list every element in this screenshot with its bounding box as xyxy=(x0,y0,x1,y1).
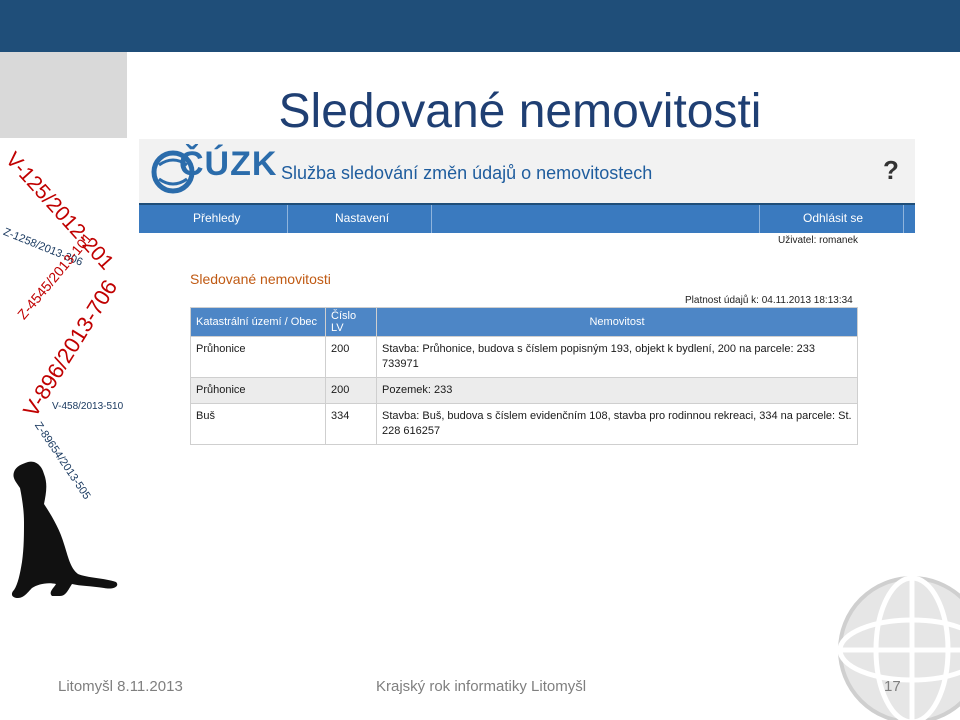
nav-divider xyxy=(759,205,760,233)
top-banner xyxy=(0,0,960,52)
cell-property: Stavba: Průhonice, budova s číslem popis… xyxy=(376,336,858,378)
validity-timestamp: Platnost údajů k: 04.11.2013 18:13:34 xyxy=(685,295,853,306)
user-label: Uživatel: romanek xyxy=(778,235,859,246)
nav-bar: Přehledy Nastavení Odhlásit se xyxy=(139,203,915,233)
cell-lv: 200 xyxy=(325,377,377,404)
cell-lv: 334 xyxy=(325,403,377,445)
corner-block xyxy=(0,52,127,138)
table-row[interactable]: Buš 334 Stavba: Buš, budova s číslem evi… xyxy=(190,403,858,445)
help-icon[interactable]: ? xyxy=(883,155,899,186)
nav-logout[interactable]: Odhlásit se xyxy=(803,211,863,225)
column-header[interactable]: Číslo LV xyxy=(325,307,377,337)
footer-date: Litomyšl 8.11.2013 xyxy=(58,678,183,695)
slide-title: Sledované nemovitosti xyxy=(278,85,762,138)
nav-settings[interactable]: Nastavení xyxy=(335,211,389,225)
cell-lv: 200 xyxy=(325,336,377,378)
table-header-row: Katastrální území / Obec Číslo LV Nemovi… xyxy=(190,307,858,337)
nav-overview[interactable]: Přehledy xyxy=(193,211,240,225)
cell-property: Pozemek: 233 xyxy=(376,377,858,404)
logo-text: ČÚZK xyxy=(179,145,278,183)
cell-area: Průhonice xyxy=(190,336,326,378)
column-header[interactable]: Nemovitost xyxy=(376,307,858,337)
service-title: Služba sledování změn údajů o nemovitost… xyxy=(281,163,653,183)
nav-divider xyxy=(903,205,904,233)
content-title: Sledované nemovitosti xyxy=(190,271,331,287)
column-header[interactable]: Katastrální území / Obec xyxy=(190,307,326,337)
table-row[interactable]: Průhonice 200 Pozemek: 233 xyxy=(190,377,858,404)
globe-icon xyxy=(837,575,960,720)
page-number: 17 xyxy=(884,678,901,695)
case-tag: V-458/2013-510 xyxy=(52,401,124,412)
cell-property: Stavba: Buš, budova s číslem evidenčním … xyxy=(376,403,858,445)
cell-area: Buš xyxy=(190,403,326,445)
cell-area: Průhonice xyxy=(190,377,326,404)
service-screenshot: ČÚZK Služba sledování změn údajů o nemov… xyxy=(139,139,915,471)
footer-event: Krajský rok informatiky Litomyšl xyxy=(376,678,587,695)
nav-divider xyxy=(287,205,288,233)
service-header: ČÚZK Služba sledování změn údajů o nemov… xyxy=(139,139,915,203)
property-table: Katastrální území / Obec Číslo LV Nemovi… xyxy=(190,307,858,445)
dog-silhouette-icon xyxy=(11,461,118,598)
nav-divider xyxy=(431,205,432,233)
table-row[interactable]: Průhonice 200 Stavba: Průhonice, budova … xyxy=(190,336,858,378)
